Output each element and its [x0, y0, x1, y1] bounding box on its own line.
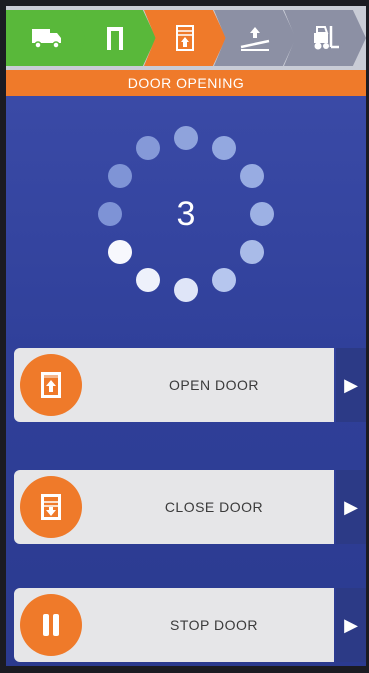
pause-icon [43, 614, 59, 636]
stop-door-label: STOP DOOR [169, 617, 258, 633]
stop-door-row[interactable]: STOP DOOR ▶ [14, 588, 366, 662]
screen: DOOR OPENING 3 OPEN DOOR ▶ CLOSE DOOR ▶ … [6, 6, 366, 666]
stop-door-arrow-button[interactable]: ▶ [336, 588, 366, 662]
step-door-frame[interactable] [74, 10, 156, 66]
door-frame-icon [107, 27, 123, 50]
play-arrow-icon: ▶ [344, 374, 358, 395]
close-door-label: CLOSE DOOR [164, 499, 264, 515]
close-door-row[interactable]: CLOSE DOOR ▶ [14, 470, 366, 544]
truck-icon [32, 29, 61, 49]
ramp-up-icon [240, 27, 270, 51]
title-bar: DOOR OPENING [6, 70, 366, 96]
stop-door-icon-circle [20, 594, 82, 656]
open-door-arrow-button[interactable]: ▶ [336, 348, 366, 422]
door-close-icon [41, 494, 61, 520]
play-arrow-icon: ▶ [344, 614, 358, 635]
main-panel: 3 OPEN DOOR ▶ CLOSE DOOR ▶ STOP DOOR ▶ [6, 96, 366, 666]
step-forklift[interactable] [284, 10, 366, 66]
forklift-icon [314, 26, 339, 50]
open-door-row[interactable]: OPEN DOOR ▶ [14, 348, 366, 422]
door-opening-icon [176, 25, 194, 51]
countdown-number: 3 [176, 194, 196, 233]
open-door-icon-circle [20, 354, 82, 416]
close-door-arrow-button[interactable]: ▶ [336, 470, 366, 544]
open-door-label: OPEN DOOR [168, 377, 260, 393]
step-bar [6, 6, 366, 70]
close-door-button[interactable]: CLOSE DOOR [14, 470, 334, 544]
open-door-button[interactable]: OPEN DOOR [14, 348, 334, 422]
stop-door-button[interactable]: STOP DOOR [14, 588, 334, 662]
step-door-opening[interactable] [144, 10, 226, 66]
page-title: DOOR OPENING [127, 75, 245, 91]
step-ramp[interactable] [214, 10, 296, 66]
close-door-icon-circle [20, 476, 82, 538]
door-open-icon [41, 372, 61, 398]
step-truck[interactable] [6, 10, 88, 66]
loading-spinner: 3 [98, 126, 274, 302]
play-arrow-icon: ▶ [344, 496, 358, 517]
